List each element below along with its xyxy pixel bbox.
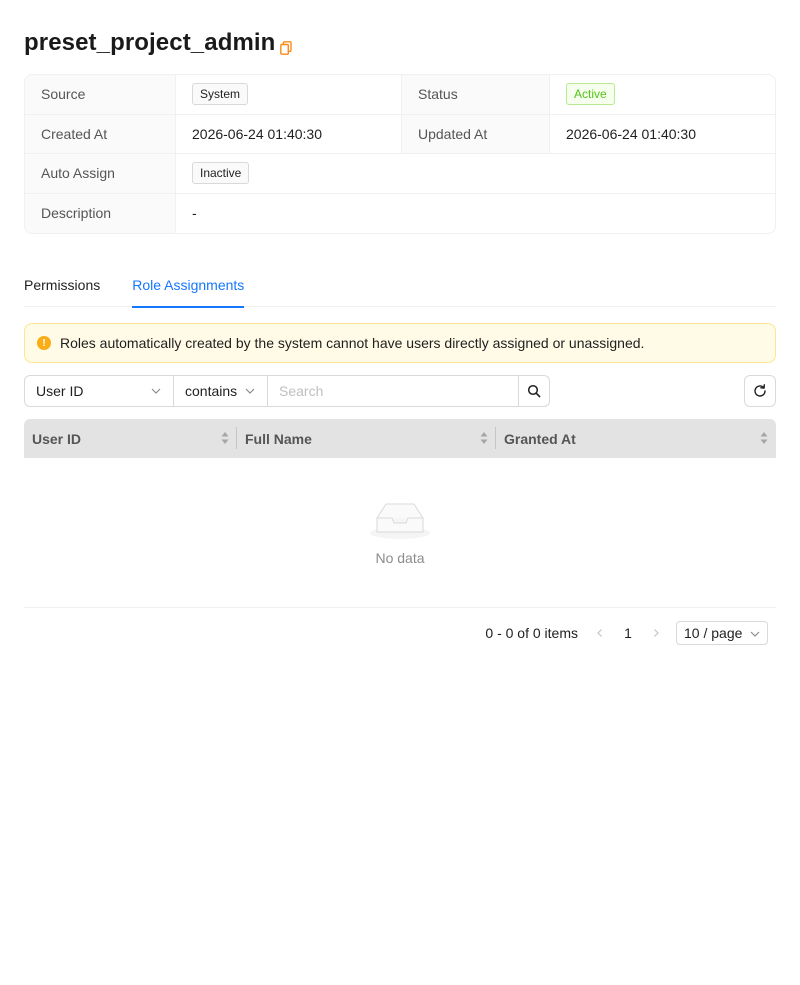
refresh-button[interactable] bbox=[744, 375, 776, 407]
source-tag: System bbox=[192, 83, 249, 106]
auto-assign-value: Inactive bbox=[176, 154, 775, 193]
status-label: Status bbox=[402, 75, 550, 114]
sort-icon[interactable] bbox=[221, 431, 229, 445]
sort-icon[interactable] bbox=[760, 431, 768, 445]
prev-page-button[interactable] bbox=[588, 621, 612, 645]
details-row: Auto Assign Inactive bbox=[25, 154, 775, 194]
page-size-select[interactable]: 10 / page bbox=[676, 621, 768, 645]
page-size-value: 10 / page bbox=[684, 625, 743, 641]
role-details: Source System Status Active Created At 2… bbox=[24, 74, 776, 234]
field-select[interactable]: User ID bbox=[24, 375, 174, 407]
description-label: Description bbox=[25, 193, 176, 233]
tab-permissions[interactable]: Permissions bbox=[24, 268, 100, 306]
empty-text: No data bbox=[375, 550, 425, 566]
operator-select-value: contains bbox=[185, 383, 238, 399]
page-title: preset_project_admin bbox=[24, 29, 276, 56]
copy-icon[interactable] bbox=[280, 41, 293, 55]
source-value: System bbox=[176, 75, 402, 114]
search-input[interactable] bbox=[267, 375, 519, 407]
chevron-down-icon bbox=[750, 631, 760, 637]
column-title: User ID bbox=[32, 430, 82, 447]
description-value: - bbox=[192, 205, 197, 222]
created-value: 2026-06-24 01:40:30 bbox=[176, 114, 402, 153]
pagination: 0 - 0 of 0 items 1 10 / page bbox=[485, 621, 768, 645]
exclamation-icon: ! bbox=[37, 336, 51, 350]
column-title: Full Name bbox=[245, 430, 312, 447]
tab-bar: Permissions Role Assignments bbox=[24, 268, 776, 308]
title-row: preset_project_admin bbox=[24, 28, 293, 58]
table-empty-state: No data bbox=[24, 458, 776, 608]
details-row: Source System Status Active bbox=[25, 75, 775, 115]
auto-assign-label: Auto Assign bbox=[25, 154, 176, 193]
refresh-icon bbox=[754, 384, 766, 397]
details-row: Created At 2026-06-24 01:40:30 Updated A… bbox=[25, 114, 775, 154]
search-button[interactable] bbox=[518, 375, 550, 407]
chevron-down-icon bbox=[151, 388, 161, 394]
alert-message: Roles automatically created by the syste… bbox=[60, 335, 645, 351]
chevron-down-icon bbox=[245, 388, 255, 394]
source-label: Source bbox=[25, 75, 176, 114]
filter-bar: User ID contains bbox=[24, 375, 550, 407]
empty-inbox-icon bbox=[370, 503, 430, 539]
next-page-button[interactable] bbox=[644, 621, 668, 645]
auto-assign-tag: Inactive bbox=[192, 162, 250, 185]
column-title: Granted At bbox=[504, 430, 576, 447]
sort-icon[interactable] bbox=[480, 431, 488, 445]
operator-select[interactable]: contains bbox=[173, 375, 268, 407]
chevron-right-icon bbox=[654, 629, 659, 637]
column-header-full-name[interactable]: Full Name bbox=[237, 419, 496, 458]
created-label: Created At bbox=[25, 114, 176, 153]
search-icon bbox=[527, 384, 541, 398]
updated-label: Updated At bbox=[402, 114, 550, 153]
chevron-left-icon bbox=[597, 629, 602, 637]
status-badge: Active bbox=[566, 83, 615, 106]
column-header-user-id[interactable]: User ID bbox=[24, 419, 237, 458]
updated-value: 2026-06-24 01:40:30 bbox=[566, 125, 696, 142]
pagination-total: 0 - 0 of 0 items bbox=[485, 625, 578, 641]
page-number[interactable]: 1 bbox=[612, 621, 644, 645]
details-row: Description - bbox=[25, 193, 775, 233]
column-header-granted-at[interactable]: Granted At bbox=[496, 419, 776, 458]
tab-role-assignments[interactable]: Role Assignments bbox=[132, 268, 245, 308]
table-header: User ID Full Name Granted At bbox=[24, 419, 776, 458]
status-value: Active bbox=[550, 75, 775, 114]
warning-alert: ! Roles automatically created by the sys… bbox=[24, 323, 776, 363]
field-select-value: User ID bbox=[36, 383, 84, 399]
